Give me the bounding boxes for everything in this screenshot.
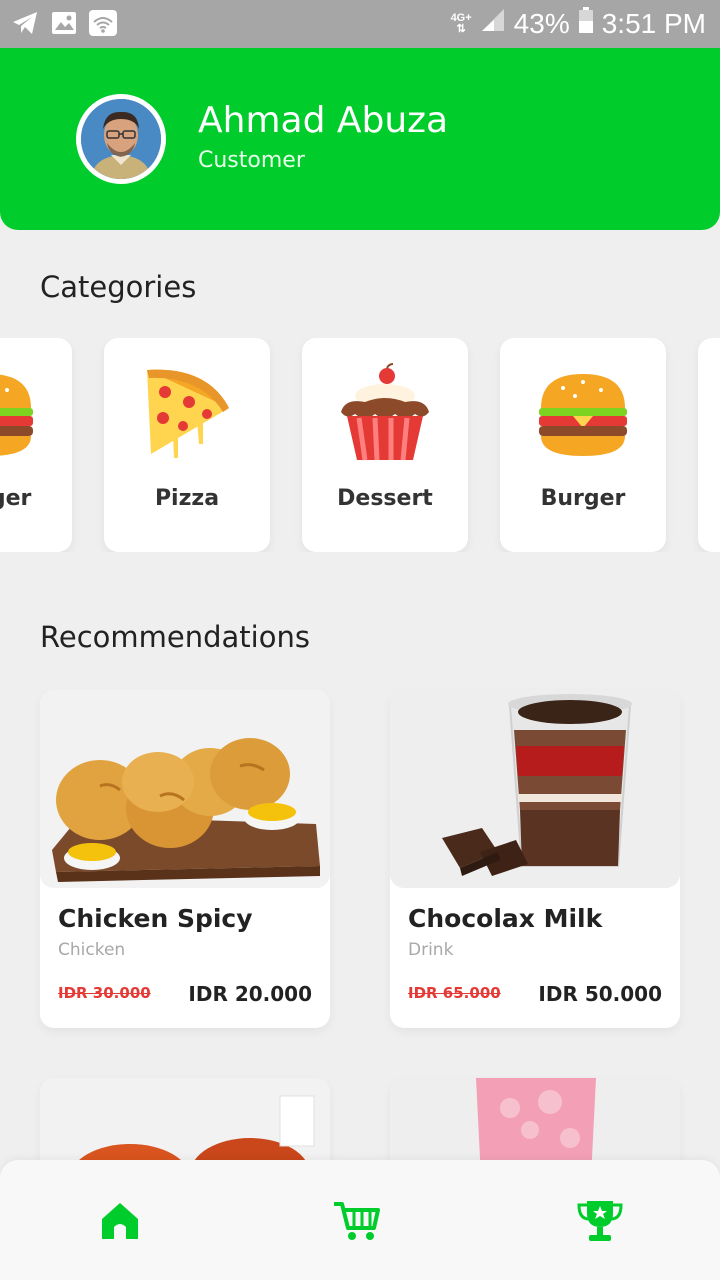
item-category: Drink xyxy=(408,940,454,960)
bottom-navigation xyxy=(0,1160,720,1280)
pizza-icon xyxy=(147,369,229,458)
avatar[interactable] xyxy=(76,94,166,184)
item-old-price: IDR 30.000 xyxy=(58,984,151,1002)
category-card-pizza[interactable]: Pizza xyxy=(104,338,270,552)
profile-header: Ahmad Abuza Customer xyxy=(0,48,720,230)
battery-percent: 43% xyxy=(513,7,570,39)
burger-icon xyxy=(0,374,33,456)
chocolate-drink-image xyxy=(390,690,680,888)
network-label: 4G+ xyxy=(450,11,472,24)
category-card-burger[interactable]: Burger xyxy=(0,338,72,552)
user-role: Customer xyxy=(198,148,305,173)
item-price: IDR 50.000 xyxy=(538,982,662,1006)
battery-icon xyxy=(578,6,594,41)
network-indicator: 4G+ ⇅ xyxy=(450,11,472,35)
user-name: Ahmad Abuza xyxy=(198,100,449,141)
telegram-icon xyxy=(10,8,40,42)
item-price: IDR 20.000 xyxy=(188,982,312,1006)
recommendations-title: Recommendations xyxy=(40,620,310,654)
category-label: Burger xyxy=(0,486,32,511)
categories-list: Burger Pizza Dessert xyxy=(0,338,720,552)
signal-icon xyxy=(480,7,506,40)
category-card-burger-2[interactable]: Burger xyxy=(500,338,666,552)
trophy-icon xyxy=(577,1201,623,1241)
chicken-image xyxy=(40,690,330,888)
item-old-price: IDR 65.000 xyxy=(408,984,501,1002)
burger-icon xyxy=(539,374,627,456)
item-category: Chicken xyxy=(58,940,126,960)
nav-rewards-button[interactable] xyxy=(576,1196,624,1244)
category-label: Burger xyxy=(540,486,626,511)
cart-icon xyxy=(334,1202,380,1240)
category-card-partial[interactable] xyxy=(698,338,720,552)
recommendation-card-chicken-spicy[interactable]: Chicken Spicy Chicken IDR 30.000 IDR 20.… xyxy=(40,690,330,1028)
home-icon xyxy=(102,1203,138,1239)
recommendation-card-chocolax-milk[interactable]: Chocolax Milk Drink IDR 65.000 IDR 50.00… xyxy=(390,690,680,1028)
category-label: Pizza xyxy=(154,486,220,511)
wifi-icon xyxy=(88,8,118,42)
categories-title: Categories xyxy=(40,270,197,304)
nav-cart-button[interactable] xyxy=(332,1196,380,1244)
cupcake-icon xyxy=(341,363,429,461)
category-card-dessert[interactable]: Dessert xyxy=(302,338,468,552)
status-bar: 4G+ ⇅ 43% 3:51 PM xyxy=(0,0,720,48)
nav-home-button[interactable] xyxy=(96,1196,144,1244)
item-name: Chicken Spicy xyxy=(58,904,253,933)
clock: 3:51 PM xyxy=(601,7,706,39)
item-name: Chocolax Milk xyxy=(408,904,603,933)
category-label: Dessert xyxy=(337,486,433,511)
image-icon xyxy=(50,8,78,42)
